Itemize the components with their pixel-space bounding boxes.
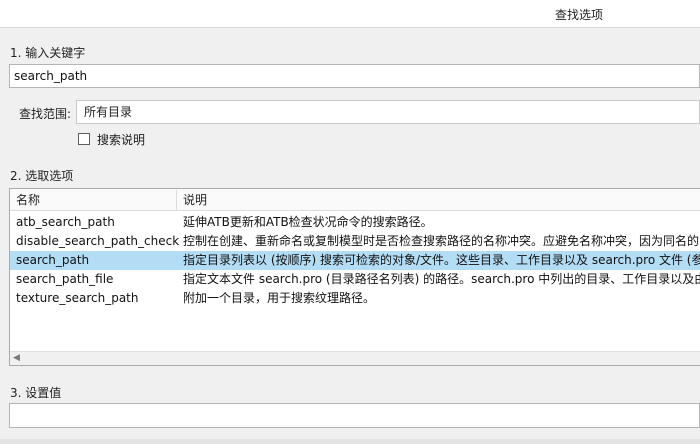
keyword-input[interactable]	[9, 64, 700, 88]
value-input[interactable]	[9, 403, 700, 428]
row-name: atb_search_path	[16, 215, 115, 229]
table-row[interactable]: texture_search_path 附加一个目录，用于搜索纹理路径。	[10, 289, 700, 308]
scroll-left-icon[interactable]: ◀	[13, 353, 20, 363]
table-row[interactable]: search_path_file 指定文本文件 search.pro (目录路径…	[10, 270, 700, 289]
search-scope-value: 所有目录	[84, 105, 133, 119]
row-desc: 延伸ATB更新和ATB检查状况命令的搜索路径。	[183, 215, 433, 229]
search-desc-option[interactable]: 搜索说明	[78, 131, 145, 147]
search-scope-select[interactable]: 所有目录	[76, 100, 700, 124]
column-header-name[interactable]: 名称	[10, 189, 40, 211]
table-row[interactable]: disable_search_path_check 控制在创建、重新命名或复制模…	[10, 232, 700, 251]
search-desc-label: 搜索说明	[97, 132, 146, 147]
row-name: texture_search_path	[16, 291, 139, 305]
search-desc-checkbox[interactable]	[78, 133, 90, 145]
options-table[interactable]: 名称 说明 atb_search_path 延伸ATB更新和ATB检查状况命令的…	[9, 188, 700, 366]
row-name: disable_search_path_check	[16, 234, 180, 248]
row-name: search_path_file	[16, 272, 114, 286]
search-scope-label: 查找范围:	[19, 107, 72, 121]
step2-label: 2. 选取选项	[10, 169, 74, 183]
table-header: 名称 说明	[10, 189, 700, 211]
row-desc: 指定目录列表以 (按顺序) 搜索可检索的对象/文件。这些目录、工作目录以及 se…	[183, 253, 700, 267]
row-desc: 控制在创建、重新命名或复制模型时是否检查搜索路径的名称冲突。应避免名称冲突，因为…	[183, 234, 700, 248]
table-row[interactable]: atb_search_path 延伸ATB更新和ATB检查状况命令的搜索路径。	[10, 213, 700, 232]
table-row-selected[interactable]: search_path 指定目录列表以 (按顺序) 搜索可检索的对象/文件。这些…	[10, 251, 700, 270]
window-title: 查找选项	[555, 8, 604, 22]
step3-label: 3. 设置值	[10, 386, 62, 400]
column-header-desc[interactable]: 说明	[177, 189, 207, 211]
row-name: search_path	[16, 253, 90, 267]
row-desc: 附加一个目录，用于搜索纹理路径。	[183, 291, 376, 305]
bottom-edge	[0, 439, 700, 444]
step1-label: 1. 输入关键字	[10, 46, 86, 60]
title-bar: 查找选项	[0, 0, 700, 28]
horizontal-scrollbar[interactable]: ◀	[10, 351, 700, 365]
row-desc: 指定文本文件 search.pro (目录路径名列表) 的路径。search.p…	[183, 272, 700, 286]
